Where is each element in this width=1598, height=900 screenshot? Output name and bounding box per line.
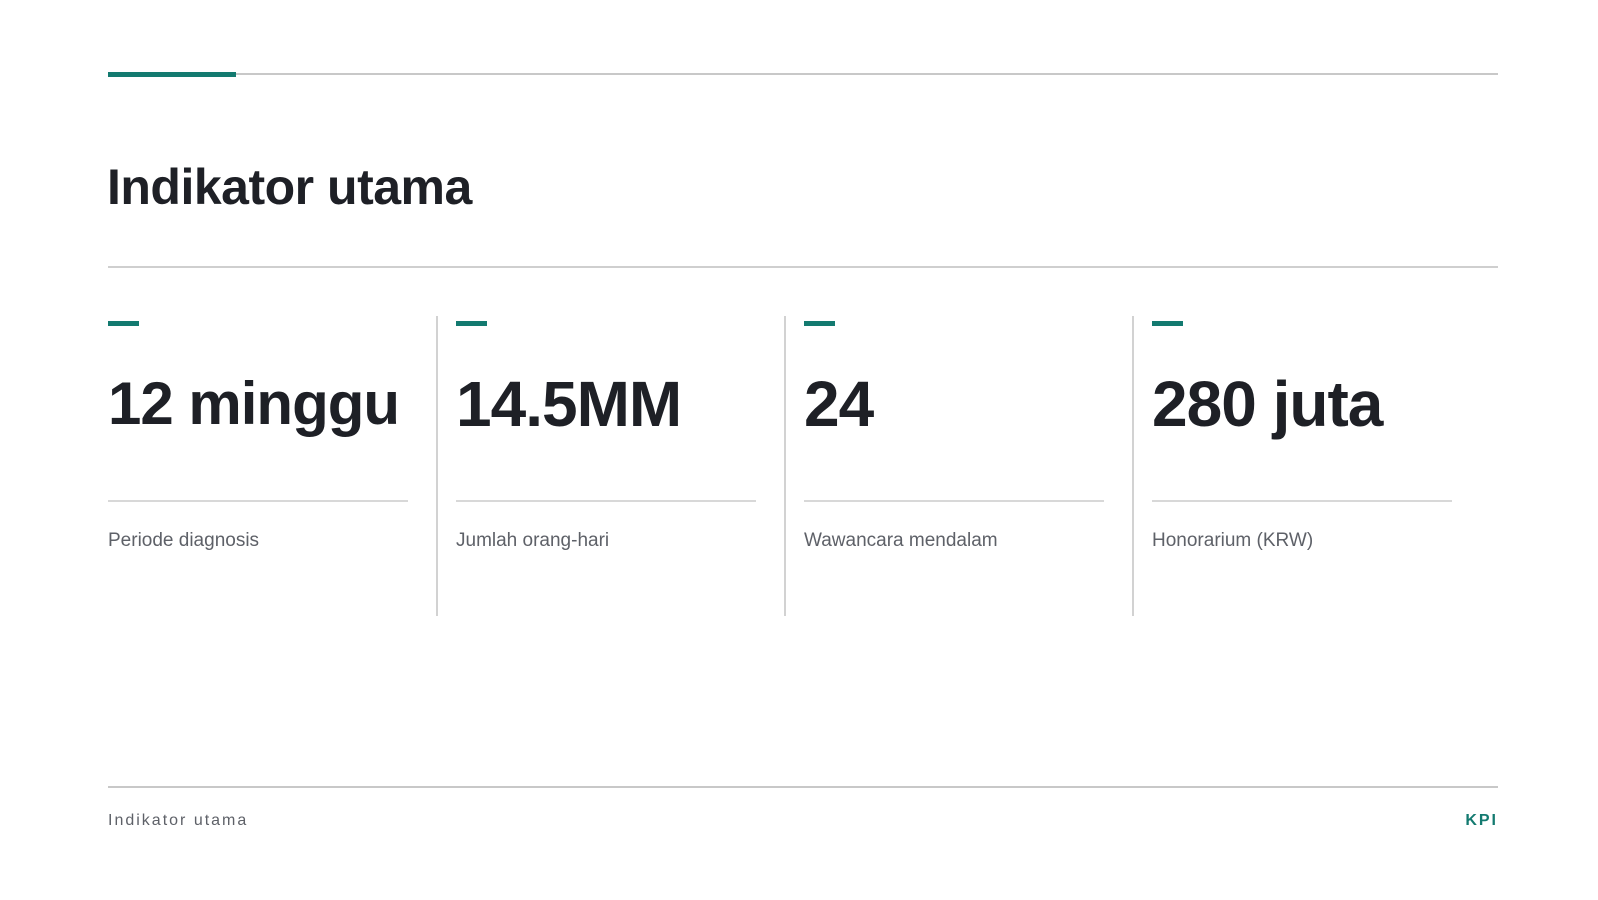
kpi-divider (784, 316, 786, 616)
kpi-accent-bar (1152, 321, 1183, 326)
kpi-grid: 12 minggu Periode diagnosis 14.5MM Jumla… (108, 316, 1498, 616)
kpi-value: 24 (804, 368, 874, 440)
title-divider (108, 266, 1498, 268)
kpi-label: Honorarium (KRW) (1152, 530, 1314, 551)
page-title: Indikator utama (107, 159, 472, 215)
kpi-label: Jumlah orang-hari (456, 530, 610, 551)
kpi-label: Periode diagnosis (108, 530, 260, 551)
kpi-label: Wawancara mendalam (804, 530, 998, 551)
kpi-rule (456, 500, 756, 502)
top-rule (108, 73, 1498, 75)
kpi-rule (804, 500, 1104, 502)
kpi-card-interviews: 24 Wawancara mendalam (804, 316, 1104, 616)
kpi-rule (108, 500, 408, 502)
kpi-card-honorarium: 280 juta Honorarium (KRW) (1152, 316, 1452, 616)
kpi-card-person-days: 14.5MM Jumlah orang-hari (456, 316, 756, 616)
kpi-rule (1152, 500, 1452, 502)
kpi-card-period: 12 minggu Periode diagnosis (108, 316, 408, 616)
footer-tag: KPI (1465, 812, 1498, 829)
kpi-accent-bar (456, 321, 487, 326)
footer-rule (108, 786, 1498, 788)
kpi-accent-bar (108, 321, 139, 326)
kpi-value: 14.5MM (456, 368, 682, 440)
kpi-value: 280 juta (1152, 368, 1383, 440)
kpi-value: 12 minggu (108, 370, 400, 437)
kpi-accent-bar (804, 321, 835, 326)
footer-section-title: Indikator utama (108, 812, 249, 829)
top-accent-bar (108, 72, 236, 77)
kpi-divider (436, 316, 438, 616)
kpi-divider (1132, 316, 1134, 616)
